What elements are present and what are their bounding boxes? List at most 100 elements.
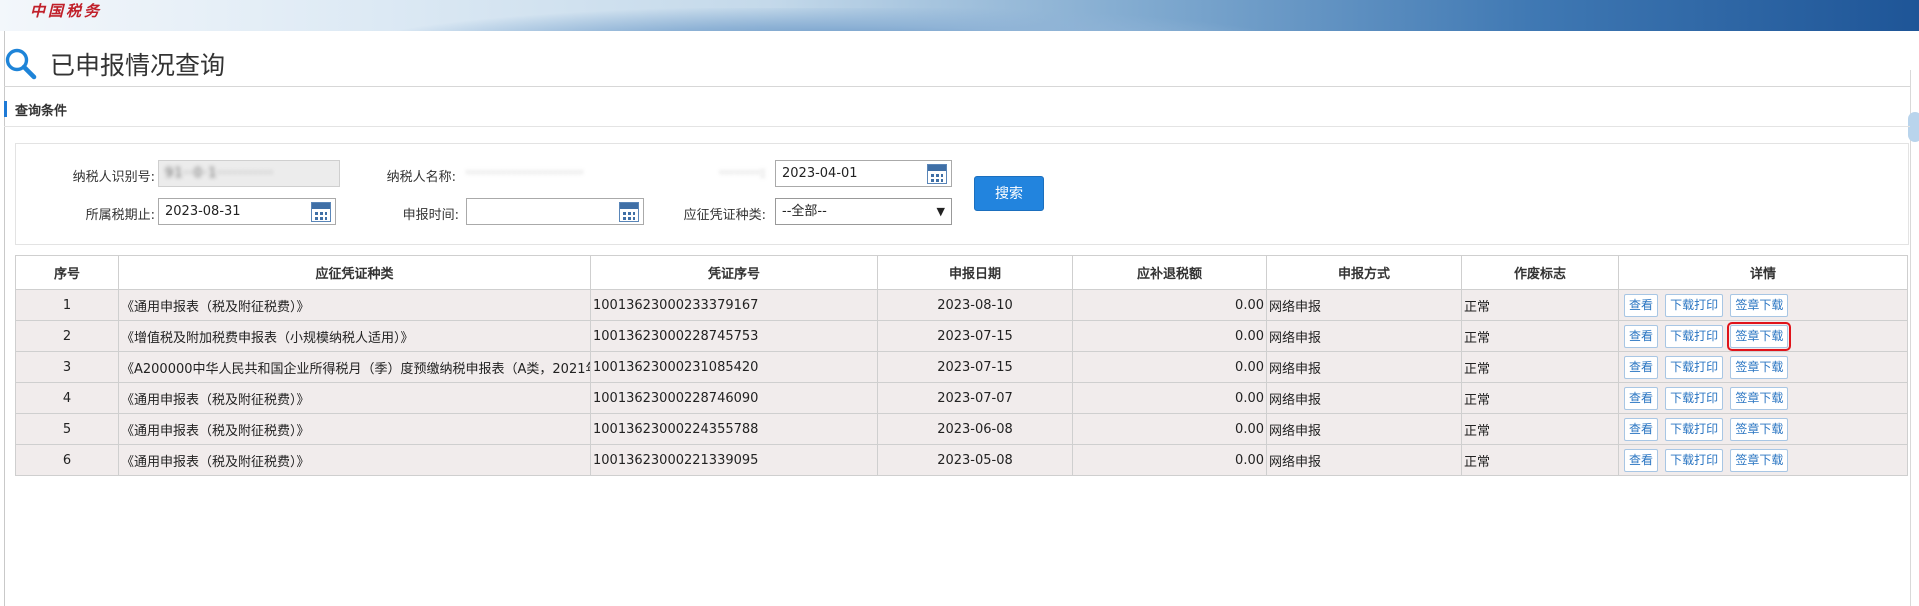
table-row: 2 《增值税及附加税费申报表（小规模纳税人适用）》 10013623000228…	[15, 320, 1908, 352]
taxpayer-name-value: ·······················	[466, 166, 585, 181]
cell-amount: 0.00	[1072, 413, 1267, 445]
cell-voucher-no: 10013623000228745753	[590, 320, 878, 352]
declare-time-field[interactable]	[466, 198, 644, 225]
sign-download-button[interactable]: 签章下载	[1730, 386, 1789, 410]
cell-no: 5	[15, 413, 119, 445]
cell-actions: 查看 下载打印 签章下载	[1618, 351, 1908, 383]
chevron-down-icon: ▼	[936, 205, 945, 218]
cell-method: 网络申报	[1266, 382, 1462, 414]
cell-voucher-type: 《通用申报表（税及附征税费）》	[118, 289, 591, 321]
view-button[interactable]: 查看	[1624, 324, 1659, 348]
view-button[interactable]: 查看	[1624, 355, 1659, 379]
cell-declare-date: 2023-05-08	[877, 444, 1073, 476]
cell-declare-date: 2023-07-15	[877, 351, 1073, 383]
cell-void-flag: 正常	[1461, 413, 1619, 445]
tax-logo: 中国税务	[30, 2, 103, 20]
period-end-label: 所属税期止:	[85, 208, 155, 223]
title-divider	[4, 86, 1910, 87]
cell-amount: 0.00	[1072, 320, 1267, 352]
cell-declare-date: 2023-06-08	[877, 413, 1073, 445]
search-button[interactable]: 搜索	[974, 176, 1044, 211]
declare-time-label: 申报时间:	[402, 208, 459, 223]
cell-voucher-no: 10013623000231085420	[590, 351, 878, 383]
taxpayer-name-label: 纳税人名称:	[386, 170, 456, 185]
section-divider	[4, 126, 1910, 127]
cell-declare-date: 2023-07-15	[877, 320, 1073, 352]
cell-method: 网络申报	[1266, 351, 1462, 383]
voucher-type-label: 应征凭证种类:	[683, 208, 766, 223]
sign-download-button[interactable]: 签章下载	[1730, 448, 1789, 472]
table-row: 3 《A200000中华人民共和国企业所得税月（季）度预缴纳税申报表（A类，20…	[15, 351, 1908, 383]
calendar-icon[interactable]	[311, 202, 331, 222]
period-end-value: 2023-08-31	[165, 204, 241, 219]
cell-no: 6	[15, 444, 119, 476]
taxpayer-id-label: 纳税人识别号:	[72, 170, 155, 185]
voucher-type-select[interactable]: --全部-- ▼	[775, 198, 952, 225]
voucher-type-value: --全部--	[782, 204, 827, 219]
cell-amount: 0.00	[1072, 351, 1267, 383]
side-handle[interactable]	[1908, 112, 1919, 142]
cell-actions: 查看 下载打印 签章下载	[1618, 289, 1908, 321]
cell-void-flag: 正常	[1461, 444, 1619, 476]
cell-voucher-no: 10013623000228746090	[590, 382, 878, 414]
view-button[interactable]: 查看	[1624, 386, 1659, 410]
page-title-text: 已申报情况查询	[50, 51, 226, 80]
sign-download-button[interactable]: 签章下载	[1730, 293, 1789, 317]
query-section-header: 查询条件	[4, 100, 67, 119]
header-amount: 应补退税额	[1072, 255, 1267, 290]
header-voucher-no: 凭证序号	[590, 255, 878, 290]
download-print-button[interactable]: 下载打印	[1665, 324, 1724, 348]
header-no: 序号	[15, 255, 119, 290]
download-print-button[interactable]: 下载打印	[1665, 386, 1724, 410]
cell-declare-date: 2023-07-07	[877, 382, 1073, 414]
cell-voucher-type: 《通用申报表（税及附征税费）》	[118, 444, 591, 476]
cell-voucher-no: 10013623000224355788	[590, 413, 878, 445]
header-method: 申报方式	[1266, 255, 1462, 290]
cell-method: 网络申报	[1266, 413, 1462, 445]
banner-hills	[380, 8, 1280, 31]
cell-no: 3	[15, 351, 119, 383]
cell-method: 网络申报	[1266, 444, 1462, 476]
period-start-label: ········:	[719, 166, 766, 181]
view-button[interactable]: 查看	[1624, 417, 1659, 441]
cell-void-flag: 正常	[1461, 320, 1619, 352]
results-table: 序号 应征凭证种类 凭证序号 申报日期 应补退税额 申报方式 作废标志 详情 1…	[15, 255, 1908, 476]
view-button[interactable]: 查看	[1624, 448, 1659, 472]
taxpayer-id-field[interactable]: 91··0·1···········	[158, 160, 340, 187]
download-print-button[interactable]: 下载打印	[1665, 293, 1724, 317]
table-header-row: 序号 应征凭证种类 凭证序号 申报日期 应补退税额 申报方式 作废标志 详情	[15, 255, 1908, 290]
cell-void-flag: 正常	[1461, 382, 1619, 414]
top-banner: 中国税务	[0, 0, 1919, 31]
download-print-button[interactable]: 下载打印	[1665, 417, 1724, 441]
cell-voucher-type: 《通用申报表（税及附征税费）》	[118, 413, 591, 445]
period-start-field[interactable]: 2023-04-01	[775, 160, 952, 187]
sign-download-button[interactable]: 签章下载	[1730, 355, 1789, 379]
page-title: 已申报情况查询	[4, 44, 225, 84]
table-row: 4 《通用申报表（税及附征税费）》 10013623000228746090 2…	[15, 382, 1908, 414]
cell-void-flag: 正常	[1461, 351, 1619, 383]
cell-voucher-type: 《A200000中华人民共和国企业所得税月（季）度预缴纳税申报表（A类，2021…	[118, 351, 591, 383]
cell-void-flag: 正常	[1461, 289, 1619, 321]
download-print-button[interactable]: 下载打印	[1665, 355, 1724, 379]
query-form	[15, 143, 1909, 245]
calendar-icon[interactable]	[619, 202, 639, 222]
sign-download-button[interactable]: 签章下载	[1730, 417, 1789, 441]
header-details: 详情	[1618, 255, 1908, 290]
header-voucher-type: 应征凭证种类	[118, 255, 591, 290]
search-icon	[5, 48, 37, 80]
header-void-flag: 作废标志	[1461, 255, 1619, 290]
cell-voucher-type: 《通用申报表（税及附征税费）》	[118, 382, 591, 414]
download-print-button[interactable]: 下载打印	[1665, 448, 1724, 472]
cell-no: 1	[15, 289, 119, 321]
calendar-icon[interactable]	[927, 164, 947, 184]
cell-voucher-no: 10013623000233379167	[590, 289, 878, 321]
header-declare-date: 申报日期	[877, 255, 1073, 290]
right-border	[1910, 70, 1911, 606]
view-button[interactable]: 查看	[1624, 293, 1659, 317]
sign-download-button[interactable]: 签章下载	[1727, 321, 1792, 351]
cell-voucher-no: 10013623000221339095	[590, 444, 878, 476]
taxpayer-name-field[interactable]: ·······················	[459, 160, 649, 187]
cell-voucher-type: 《增值税及附加税费申报表（小规模纳税人适用）》	[118, 320, 591, 352]
cell-actions: 查看 下载打印 签章下载	[1618, 413, 1908, 445]
period-end-field[interactable]: 2023-08-31	[158, 198, 336, 225]
